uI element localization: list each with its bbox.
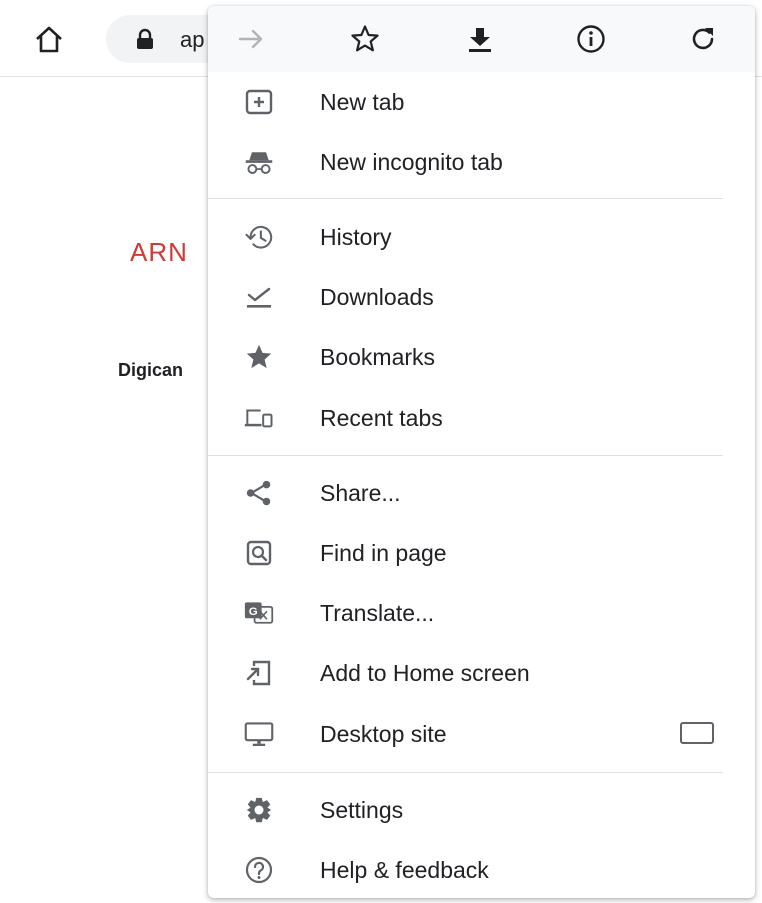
menu-item-share[interactable]: Share... [208,463,755,523]
menu-item-recent-tabs[interactable]: Recent tabs [208,388,755,448]
menu-item-label: Desktop site [320,721,447,747]
refresh-icon [692,28,714,50]
menu-item-desktop-site[interactable]: Desktop site [208,704,755,764]
menu-item-label: Add to Home screen [320,660,530,686]
menu-divider [208,455,723,456]
help-icon [244,855,274,885]
overflow-menu: New tab New incognito tab History Downlo… [208,6,755,898]
menu-item-label: Find in page [320,540,447,566]
menu-item-label: Translate... [320,600,435,626]
home-button[interactable] [33,24,65,56]
download-icon [469,28,491,52]
lock-icon [137,28,153,49]
star-outline-icon [351,25,379,52]
menu-item-label: Help & feedback [320,857,489,883]
menu-item-find-in-page[interactable]: Find in page [208,523,755,583]
svg-text:G: G [249,606,258,618]
url-text: ap [180,27,205,52]
menu-item-label: Bookmarks [320,344,436,370]
menu-item-label: New tab [320,89,405,115]
add-to-home-screen-icon [244,658,274,688]
menu-divider [208,198,723,199]
star-filled-icon [244,342,274,372]
find-in-page-icon [244,538,274,568]
downloads-check-icon [244,282,274,312]
arrow-right-icon [238,29,263,49]
menu-item-label: New incognito tab [320,149,503,175]
menu-item-add-to-home-screen[interactable]: Add to Home screen [208,643,755,703]
menu-item-translate[interactable]: G Translate... [208,583,755,643]
gear-icon [244,795,274,825]
page-subtext: Digican [118,360,184,380]
download-page-button[interactable] [459,18,501,60]
menu-item-new-incognito-tab[interactable]: New incognito tab [208,132,755,192]
reload-button[interactable] [682,18,724,60]
home-icon [36,26,62,53]
menu-item-history[interactable]: History [208,207,755,267]
new-tab-icon [244,87,274,117]
translate-icon: G [244,598,274,628]
menu-item-bookmarks[interactable]: Bookmarks [208,327,755,387]
desktop-icon [244,719,274,749]
page-brand-text: ARN [130,237,188,267]
menu-item-label: Share... [320,480,401,506]
info-icon [577,25,605,53]
menu-divider [208,772,723,773]
menu-item-new-tab[interactable]: New tab [208,72,755,132]
menu-item-label: Recent tabs [320,405,443,431]
share-icon [244,478,274,508]
menu-item-help-feedback[interactable]: Help & feedback [208,840,755,898]
menu-item-settings[interactable]: Settings [208,780,755,840]
menu-item-label: History [320,224,392,250]
history-icon [244,222,274,252]
browser-viewport: ap ARN Digican New tab New incognito tab… [0,0,762,903]
menu-item-label: Downloads [320,284,434,310]
menu-item-label: Settings [320,797,404,823]
forward-button[interactable] [230,18,272,60]
bookmark-page-button[interactable] [344,18,386,60]
incognito-icon [244,147,274,177]
desktop-site-checkbox[interactable] [680,722,714,744]
menu-item-downloads[interactable]: Downloads [208,267,755,327]
page-info-button[interactable] [570,18,612,60]
devices-icon [244,403,274,433]
menu-action-bar [208,6,755,72]
